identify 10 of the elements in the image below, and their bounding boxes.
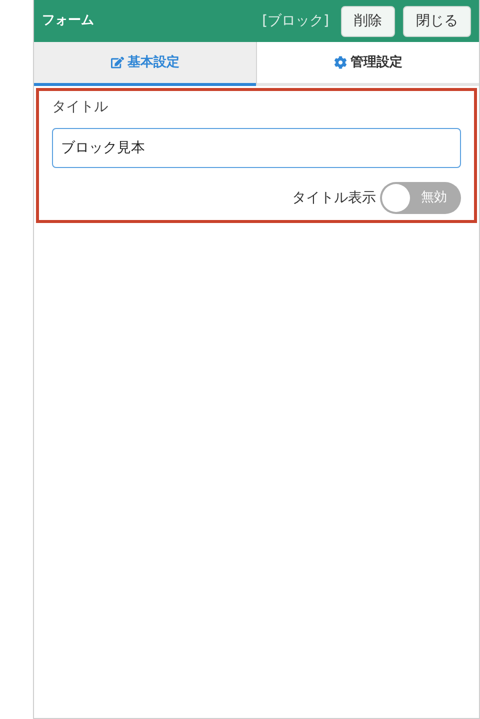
block-label: [ブロック] xyxy=(262,12,329,30)
gear-icon xyxy=(334,56,346,69)
delete-button[interactable]: 削除 xyxy=(341,6,395,36)
title-field[interactable]: ブロック見本 xyxy=(52,128,461,168)
toggle-label: タイトル表示 xyxy=(292,188,376,208)
edit-icon xyxy=(110,56,124,69)
close-button[interactable]: 閉じる xyxy=(403,6,471,36)
field-label: タイトル xyxy=(52,98,109,117)
form-title: フォーム xyxy=(42,12,95,30)
tab[interactable]: 管理設定 xyxy=(256,42,479,86)
